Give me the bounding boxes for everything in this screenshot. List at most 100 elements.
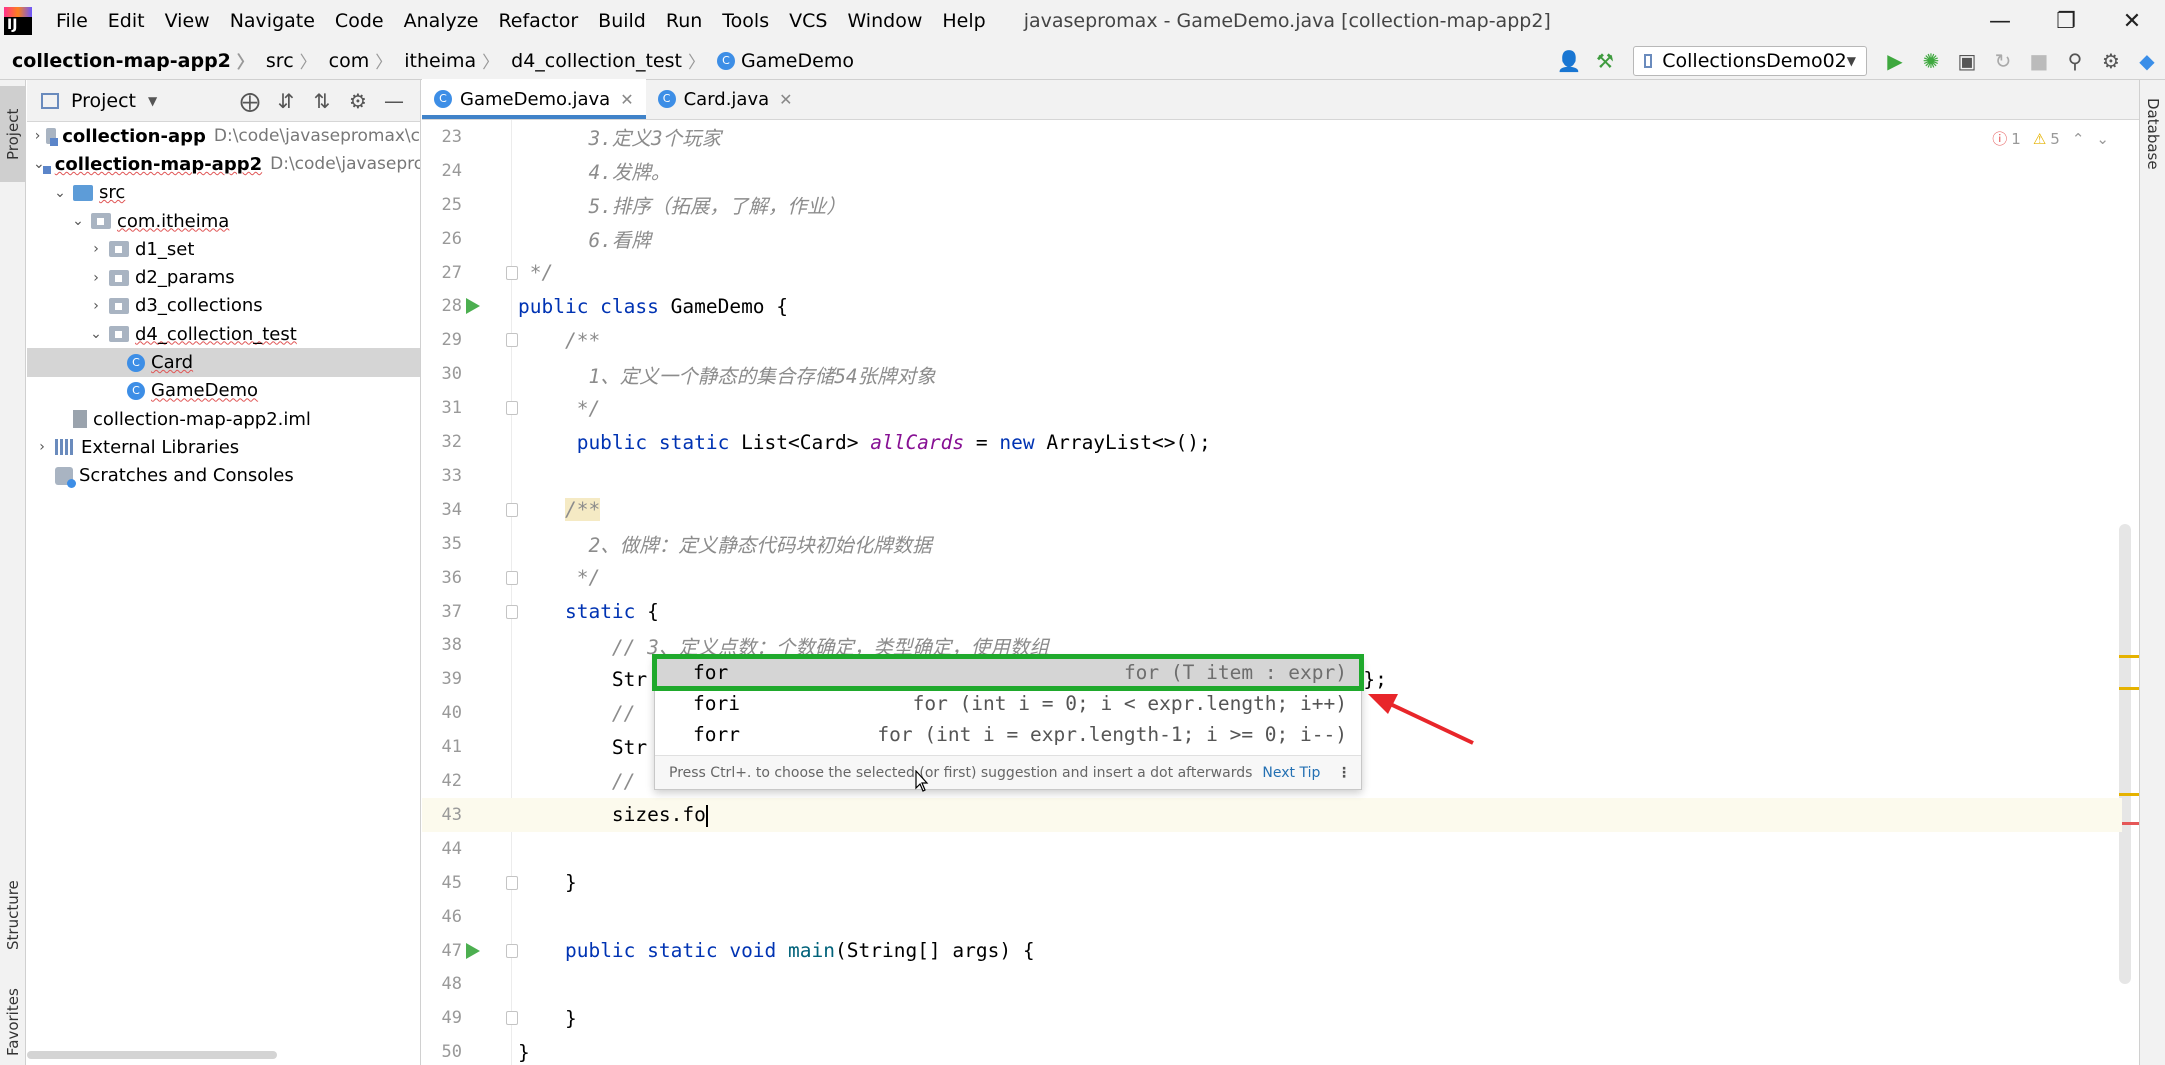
chevron-right-icon[interactable]: › (33, 439, 51, 455)
code-line[interactable]: 32 public static List<Card> allCards = n… (422, 425, 2122, 459)
profile-icon[interactable]: ↻ (1985, 43, 2021, 79)
completion-item[interactable]: fori for (int i = 0; i < expr.length; i++… (655, 688, 1361, 719)
breadcrumb-item[interactable]: d4_collection_test 〉 (503, 48, 709, 74)
code-line[interactable]: 49 } (422, 1001, 2122, 1035)
tree-item[interactable]: › d2_params (27, 263, 420, 291)
chevron-right-icon[interactable]: › (87, 270, 105, 286)
breadcrumb-item[interactable]: collection-map-app2 〉 (0, 48, 258, 74)
code-line[interactable]: 23 3.定义3个玩家 (422, 120, 2122, 154)
chevron-down-icon[interactable]: ⌄ (87, 326, 105, 342)
warning-marker[interactable] (2119, 687, 2139, 690)
locate-icon[interactable]: ⨁ (232, 89, 268, 113)
search-icon[interactable]: ⚲ (2057, 43, 2093, 79)
code-line[interactable]: 43 sizes.fo (422, 798, 2122, 832)
collapse-all-icon[interactable]: ⇅ (304, 89, 340, 113)
horizontal-scrollbar[interactable] (27, 1051, 277, 1059)
breadcrumb-item[interactable]: src 〉 (258, 48, 321, 74)
fold-marker-icon[interactable] (506, 401, 518, 416)
code-line[interactable]: 28 public class GameDemo { (422, 290, 2122, 324)
editor-tab[interactable]: C Card.java ✕ (646, 79, 805, 119)
menu-item-vcs[interactable]: VCS (779, 10, 837, 32)
coverage-icon[interactable]: ▣ (1949, 43, 1985, 79)
tree-item[interactable]: ⌄ com.itheima (27, 207, 420, 235)
database-tool-tab[interactable]: Database (2140, 92, 2165, 170)
chevron-down-icon[interactable]: ▼ (148, 94, 157, 108)
fold-marker-icon[interactable] (506, 570, 518, 585)
tree-item[interactable]: › collection-app D:\code\javasepromax\c (27, 122, 420, 150)
menu-item-edit[interactable]: Edit (98, 10, 155, 32)
tree-item[interactable]: C Card (27, 348, 420, 377)
editor-tab[interactable]: C GameDemo.java ✕ (422, 79, 646, 119)
tree-item[interactable]: collection-map-app2.iml (27, 405, 420, 433)
code-line[interactable]: 26 6.看牌 (422, 222, 2122, 256)
tree-item[interactable]: › d3_collections (27, 292, 420, 320)
menu-item-run[interactable]: Run (656, 10, 712, 32)
fold-marker-icon[interactable] (506, 265, 518, 280)
code-line[interactable]: 31 */ (422, 391, 2122, 425)
menu-item-tools[interactable]: Tools (712, 10, 779, 32)
chevron-right-icon[interactable]: › (33, 128, 42, 144)
tree-item[interactable]: › External Libraries (27, 433, 420, 461)
menu-item-build[interactable]: Build (588, 10, 656, 32)
close-tab-icon[interactable]: ✕ (779, 90, 792, 109)
menu-item-navigate[interactable]: Navigate (220, 10, 325, 32)
run-icon[interactable]: ▶ (1877, 43, 1913, 79)
run-gutter-icon[interactable] (466, 298, 480, 315)
run-configuration-select[interactable]: CollectionsDemo02 ▼ (1633, 46, 1867, 76)
project-panel-title[interactable]: Project (71, 90, 136, 112)
structure-tool-tab[interactable]: Structure (0, 870, 26, 960)
menu-item-help[interactable]: Help (932, 10, 995, 32)
fold-marker-icon[interactable] (506, 502, 518, 517)
fold-marker-icon[interactable] (506, 875, 518, 890)
menu-item-window[interactable]: Window (837, 10, 932, 32)
code-line[interactable]: 33 (422, 459, 2122, 493)
tree-item[interactable]: Scratches and Consoles (27, 462, 420, 490)
code-line[interactable]: 24 4.发牌。 (422, 154, 2122, 188)
completion-item[interactable]: for for (T item : expr) (652, 654, 1364, 691)
tree-item[interactable]: C GameDemo (27, 377, 420, 405)
ide-logo-icon[interactable]: ◆ (2129, 43, 2165, 79)
restore-icon[interactable]: ❐ (2033, 0, 2099, 42)
code-line[interactable]: 48 (422, 968, 2122, 1002)
tree-item[interactable]: › d1_set (27, 235, 420, 263)
code-line[interactable]: 30 1、定义一个静态的集合存储54张牌对象 (422, 357, 2122, 391)
expand-all-icon[interactable]: ⇵ (268, 89, 304, 113)
code-line[interactable]: 34 /** (422, 493, 2122, 527)
code-line[interactable]: 36 */ (422, 561, 2122, 595)
fold-marker-icon[interactable] (506, 333, 518, 348)
next-tip-link[interactable]: Next Tip (1262, 765, 1320, 781)
code-line[interactable]: 46 (422, 900, 2122, 934)
code-line[interactable]: 37 static { (422, 595, 2122, 629)
tree-item[interactable]: ⌄ collection-map-app2 D:\code\javasepro (27, 150, 420, 178)
code-area[interactable]: ⓘ 1 ⚠ 5 ⌃ ⌄ 23 3.定义3个玩家 24 4.发牌。 25 5.排序（拓… (422, 120, 2139, 1065)
settings-gear-icon[interactable]: ⚙ (2093, 43, 2129, 79)
code-line[interactable]: 50} (422, 1035, 2122, 1065)
close-tab-icon[interactable]: ✕ (620, 90, 633, 109)
code-line[interactable]: 47 public static void main(String[] args… (422, 934, 2122, 968)
run-gutter-icon[interactable] (466, 942, 480, 959)
error-marker[interactable] (2119, 822, 2139, 825)
fold-marker-icon[interactable] (506, 1011, 518, 1026)
favorites-tool-tab[interactable]: Favorites (0, 980, 26, 1065)
menu-item-analyze[interactable]: Analyze (394, 10, 489, 32)
tree-item[interactable]: ⌄ src (27, 179, 420, 207)
code-line[interactable]: 27 */ (422, 256, 2122, 290)
build-hammer-icon[interactable]: ⚒ (1587, 43, 1623, 79)
debug-icon[interactable]: ✺ (1913, 43, 1949, 79)
menu-item-view[interactable]: View (155, 10, 220, 32)
menu-item-file[interactable]: File (46, 10, 98, 32)
user-icon[interactable]: 👤 (1551, 43, 1587, 79)
code-line[interactable]: 25 5.排序（拓展，了解，作业） (422, 188, 2122, 222)
more-options-icon[interactable]: ⋮ (1337, 765, 1351, 781)
close-icon[interactable]: ✕ (2099, 0, 2165, 42)
breadcrumb-item[interactable]: com 〉 (321, 48, 397, 74)
code-line[interactable]: 35 2、做牌：定义静态代码块初始化牌数据 (422, 527, 2122, 561)
fold-marker-icon[interactable] (506, 943, 518, 958)
chevron-right-icon[interactable]: › (87, 241, 105, 257)
fold-marker-icon[interactable] (506, 604, 518, 619)
chevron-down-icon[interactable]: ⌄ (51, 185, 69, 201)
chevron-right-icon[interactable]: › (87, 298, 105, 314)
chevron-down-icon[interactable]: ⌄ (69, 213, 87, 229)
tree-item[interactable]: ⌄ d4_collection_test (27, 320, 420, 348)
completion-item[interactable]: forr for (int i = expr.length-1; i >= 0; … (655, 719, 1361, 750)
